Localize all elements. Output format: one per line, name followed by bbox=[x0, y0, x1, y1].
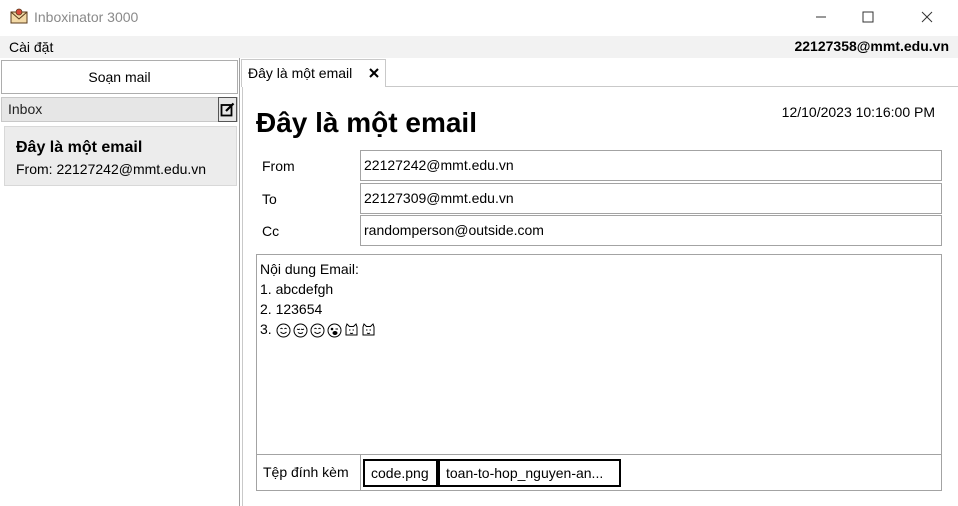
body-line: 1. abcdefgh bbox=[260, 281, 334, 297]
app-window: Inboxinator 3000 Cài đặt 22127358@mmt.ed… bbox=[0, 0, 958, 506]
winking-tongue-face-icon bbox=[327, 323, 342, 338]
minimize-button[interactable] bbox=[798, 0, 844, 34]
maximize-button[interactable] bbox=[845, 0, 891, 34]
mail-sender: From: 22127242@mmt.edu.vn bbox=[16, 161, 207, 177]
inbox-label: Inbox bbox=[8, 101, 43, 117]
body-line-emoji: 3. bbox=[260, 319, 941, 339]
tab-email[interactable]: Đây là một email bbox=[241, 59, 386, 87]
emoji-row bbox=[276, 322, 376, 338]
menu-bar: Cài đặt 22127358@mmt.edu.vn bbox=[0, 36, 958, 58]
title-bar: Inboxinator 3000 bbox=[0, 0, 958, 36]
close-icon bbox=[921, 11, 933, 23]
email-title: Đây là một email bbox=[256, 107, 477, 138]
body-line: 3. bbox=[260, 321, 272, 337]
from-field[interactable]: 22127242@mmt.edu.vn bbox=[360, 150, 942, 181]
relieved-face-icon bbox=[293, 323, 308, 338]
mail-list-item[interactable]: Đây là một email From: 22127242@mmt.edu.… bbox=[4, 126, 237, 186]
compose-button[interactable]: Soạn mail bbox=[1, 60, 238, 94]
inbox-header: Inbox bbox=[1, 97, 238, 122]
close-icon[interactable] bbox=[368, 67, 380, 79]
smiling-face-icon bbox=[276, 323, 291, 338]
body-line: Nội dung Email: bbox=[260, 261, 359, 277]
attachment-chip[interactable]: code.png bbox=[363, 459, 438, 487]
mail-subject: Đây là một email bbox=[16, 139, 143, 156]
cc-label: Cc bbox=[262, 223, 280, 239]
attachments-divider bbox=[360, 455, 361, 490]
edit-icon[interactable] bbox=[218, 97, 237, 122]
menu-settings[interactable]: Cài đặt bbox=[9, 39, 53, 55]
minimize-icon bbox=[816, 16, 826, 18]
current-user-email: 22127358@mmt.edu.vn bbox=[794, 38, 949, 54]
cc-field[interactable]: randomperson@outside.com bbox=[360, 215, 942, 246]
to-field[interactable]: 22127309@mmt.edu.vn bbox=[360, 183, 942, 214]
maximize-icon bbox=[862, 11, 874, 23]
email-date: 12/10/2023 10:16:00 PM bbox=[781, 104, 935, 120]
attachment-chip[interactable]: toan-to-hop_nguyen-an... bbox=[438, 459, 621, 487]
tab-label: Đây là một email bbox=[248, 65, 353, 81]
email-body[interactable]: Nội dung Email: 1. abcdefgh 2. 123654 3. bbox=[256, 254, 942, 455]
to-label: To bbox=[262, 191, 277, 207]
smiling-face-icon bbox=[310, 323, 325, 338]
window-close-button[interactable] bbox=[904, 0, 950, 34]
window-title: Inboxinator 3000 bbox=[34, 9, 139, 25]
body-line: 2. 123654 bbox=[260, 301, 323, 317]
cat-face-icon bbox=[362, 322, 375, 336]
sidebar: Soạn mail Inbox Đây là một email From: 2… bbox=[0, 58, 240, 506]
attachments-label: Tệp đính kèm bbox=[263, 464, 349, 480]
cat-face-icon bbox=[345, 322, 358, 336]
attachments-row: Tệp đính kèm code.png toan-to-hop_nguyen… bbox=[256, 455, 942, 491]
from-label: From bbox=[262, 158, 295, 174]
envelope-icon bbox=[10, 8, 28, 26]
